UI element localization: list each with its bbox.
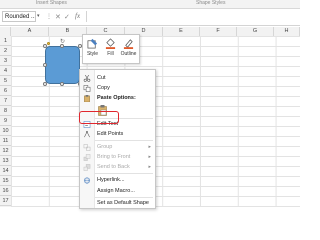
row-header-8[interactable]: 8 <box>0 106 11 116</box>
menu-item-cut[interactable]: Cut <box>80 73 155 83</box>
formula-input[interactable] <box>86 11 297 22</box>
column-header-h[interactable]: H <box>274 27 300 36</box>
row-header-15[interactable]: 15 <box>0 176 11 186</box>
shape-style-icon <box>87 38 98 49</box>
menu-separator <box>95 173 153 174</box>
row-header-14[interactable]: 14 <box>0 166 11 176</box>
resize-handle-bottom-left[interactable] <box>43 82 47 86</box>
menu-item-cut-label: Cut <box>97 75 106 81</box>
copy-icon <box>83 85 91 92</box>
mini-toolbar: Style Fill Outline <box>82 34 140 64</box>
resize-handle-top[interactable] <box>60 44 64 48</box>
row-header-5[interactable]: 5 <box>0 76 11 86</box>
menu-item-hyperlink[interactable]: Hyperlink... <box>80 175 155 185</box>
menu-item-copy-label: Copy <box>97 85 110 91</box>
menu-item-copy[interactable]: Copy <box>80 83 155 93</box>
menu-item-bring-to-front-label: Bring to Front <box>97 154 131 160</box>
column-header-a[interactable]: A <box>11 27 49 36</box>
menu-item-group: Group ▸ <box>80 142 155 152</box>
formula-bar-grip-icon: ⋮ <box>46 14 53 20</box>
select-all-corner[interactable] <box>0 27 11 36</box>
ribbon-group-label-insert-shapes: Insert Shapes <box>36 0 67 6</box>
hyperlink-icon <box>83 177 91 184</box>
submenu-arrow-icon: ▸ <box>148 164 151 170</box>
menu-separator <box>95 140 153 141</box>
row-header-10[interactable]: 10 <box>0 126 11 136</box>
row-header-7[interactable]: 7 <box>0 96 11 106</box>
column-header-e[interactable]: E <box>163 27 200 36</box>
enter-icon[interactable]: ✓ <box>64 13 70 21</box>
paste-icon <box>84 95 90 102</box>
style-button[interactable]: Style <box>84 37 101 61</box>
row-header-2[interactable]: 2 <box>0 46 11 56</box>
group-icon <box>83 144 91 151</box>
menu-item-assign-macro-label: Assign Macro... <box>97 188 135 194</box>
fill-button[interactable]: Fill <box>102 37 119 61</box>
submenu-arrow-icon: ▸ <box>148 154 151 160</box>
fill-label: Fill <box>107 51 114 57</box>
outline-button[interactable]: Outline <box>120 37 137 61</box>
row-header-17[interactable]: 17 <box>0 196 11 206</box>
menu-item-send-to-back-label: Send to Back <box>97 164 130 170</box>
menu-item-edit-points-label: Edit Points <box>97 131 124 137</box>
context-menu: Cut Copy Paste Options: Edit Text Edit P… <box>79 69 156 209</box>
edit-points-icon <box>84 131 90 138</box>
resize-handle-bottom[interactable] <box>60 82 64 86</box>
menu-item-send-to-back: Send to Back ▸ <box>80 162 155 172</box>
pen-outline-icon <box>123 39 134 49</box>
row-header-1[interactable]: 1 <box>0 36 11 46</box>
column-header-f[interactable]: F <box>200 27 237 36</box>
cancel-icon[interactable]: ✕ <box>55 13 61 21</box>
row-header-4[interactable]: 4 <box>0 66 11 76</box>
style-label: Style <box>86 51 99 57</box>
menu-item-set-default-shape[interactable]: Set as Default Shape <box>80 198 155 208</box>
paint-bucket-icon <box>105 38 116 49</box>
insert-function-button[interactable]: fx <box>75 12 80 20</box>
menu-item-set-default-shape-label: Set as Default Shape <box>97 200 149 206</box>
resize-handle-left[interactable] <box>43 63 47 67</box>
rounded-rectangle-shape[interactable] <box>45 46 80 84</box>
menu-item-bring-to-front: Bring to Front ▸ <box>80 152 155 162</box>
resize-handle-top-left[interactable] <box>43 44 47 48</box>
adjust-handle[interactable] <box>47 42 50 45</box>
outline-label: Outline <box>120 51 137 57</box>
row-header-6[interactable]: 6 <box>0 86 11 96</box>
name-box-dropdown-icon[interactable]: ▾ <box>37 13 40 19</box>
menu-item-group-label: Group <box>97 144 113 150</box>
ribbon-strip: Insert Shapes Shape Styles <box>0 0 300 9</box>
menu-item-paste-options: Paste Options: <box>80 93 155 103</box>
paste-options-label: Paste Options: <box>97 95 136 101</box>
row-header-12[interactable]: 12 <box>0 146 11 156</box>
row-header-3[interactable]: 3 <box>0 56 11 66</box>
ribbon-group-label-shape-styles: Shape Styles <box>196 0 226 6</box>
row-header-11[interactable]: 11 <box>0 136 11 146</box>
submenu-arrow-icon: ▸ <box>148 144 151 150</box>
menu-item-edit-points[interactable]: Edit Points <box>80 129 155 139</box>
formula-bar: Rounded ... ▾ ⋮ ✕ ✓ fx <box>0 9 300 26</box>
bring-to-front-icon <box>83 154 91 161</box>
send-to-back-icon <box>83 164 91 171</box>
row-header-13[interactable]: 13 <box>0 156 11 166</box>
menu-item-hyperlink-label: Hyperlink... <box>97 177 125 183</box>
name-box[interactable]: Rounded ... <box>2 11 36 22</box>
scissors-icon <box>83 75 91 82</box>
edit-text-highlight-box <box>79 111 119 124</box>
column-header-g[interactable]: G <box>237 27 274 36</box>
row-header-9[interactable]: 9 <box>0 116 11 126</box>
menu-item-assign-macro[interactable]: Assign Macro... <box>80 186 155 196</box>
row-header-16[interactable]: 16 <box>0 186 11 196</box>
